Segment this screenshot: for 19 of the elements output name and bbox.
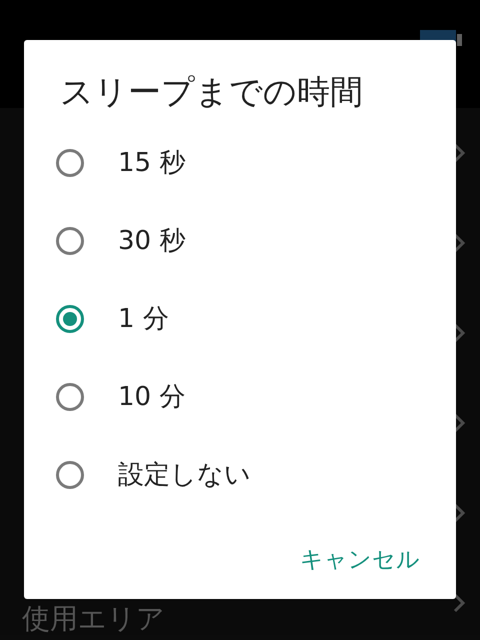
option-label: 15 秒 — [118, 146, 186, 180]
option-label: 10 分 — [118, 380, 186, 414]
radio-button[interactable] — [56, 461, 84, 489]
option-label: 30 秒 — [118, 224, 186, 258]
radio-option[interactable]: 30 秒 — [24, 202, 456, 280]
cancel-button[interactable]: キャンセル — [300, 542, 420, 577]
radio-option[interactable]: 1 分 — [24, 280, 456, 358]
option-label: 1 分 — [118, 302, 169, 336]
radio-button[interactable] — [56, 383, 84, 411]
radio-button[interactable] — [56, 227, 84, 255]
radio-button[interactable] — [56, 149, 84, 177]
radio-option[interactable]: 設定しない — [24, 436, 456, 514]
radio-option[interactable]: 10 分 — [24, 358, 456, 436]
option-label: 設定しない — [118, 458, 251, 492]
radio-option[interactable]: 15 秒 — [24, 124, 456, 202]
dialog-title: スリープまでの時間 — [59, 71, 363, 113]
chevron-right-icon — [452, 592, 466, 614]
setting-label: 使用エリア — [22, 602, 165, 636]
radio-button[interactable] — [56, 305, 84, 333]
